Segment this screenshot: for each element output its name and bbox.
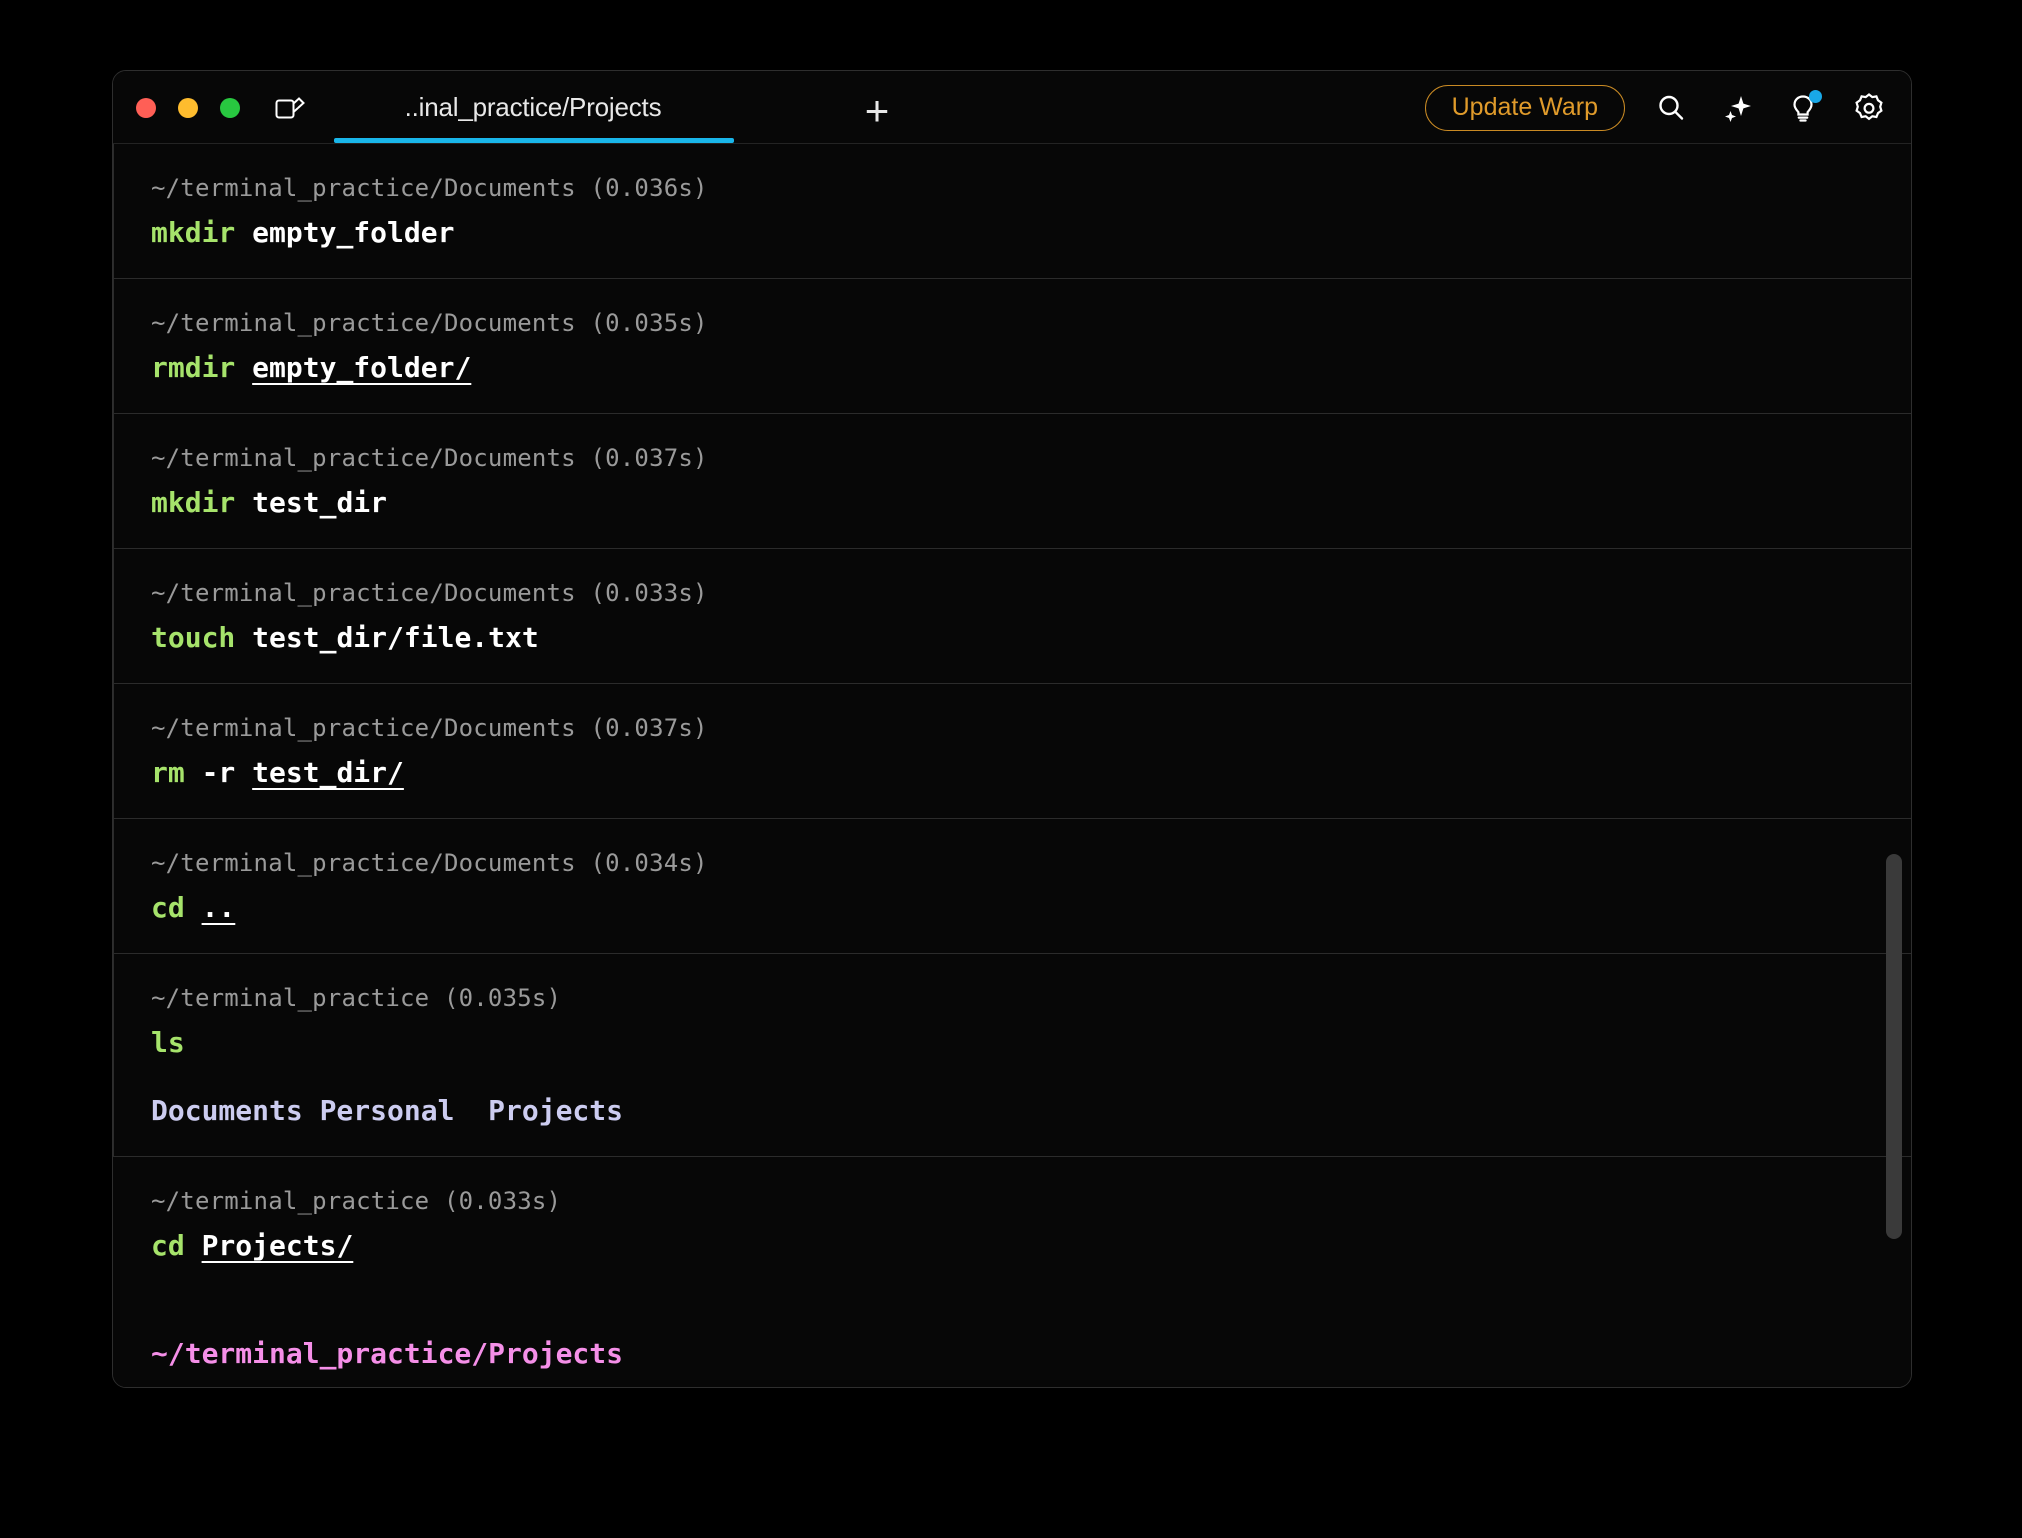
maximize-button[interactable]	[220, 98, 240, 118]
command-block[interactable]: ~/terminal_practice (0.035s) ls Documents …	[113, 954, 1911, 1157]
command-line: mkdir empty_folder	[151, 212, 1911, 254]
command-name: touch	[151, 621, 235, 654]
notification-badge	[1809, 90, 1822, 103]
block-meta: ~/terminal_practice/Documents (0.033s)	[151, 575, 1911, 611]
block-meta: ~/terminal_practice (0.033s)	[151, 1183, 1911, 1219]
command-path-argument[interactable]: ..	[202, 891, 236, 924]
command-argument: -r	[185, 756, 252, 789]
command-name: mkdir	[151, 486, 235, 519]
command-path-argument[interactable]: test_dir/	[252, 756, 404, 789]
minimize-button[interactable]	[178, 98, 198, 118]
block-meta: ~/terminal_practice/Documents (0.034s)	[151, 845, 1911, 881]
command-block[interactable]: ~/terminal_practice/Documents (0.037s) rm…	[113, 684, 1911, 819]
block-meta: ~/terminal_practice/Documents (0.036s)	[151, 170, 1911, 206]
command-block[interactable]: ~/terminal_practice (0.033s) cd Projects/	[113, 1157, 1911, 1291]
command-block[interactable]: ~/terminal_practice/Documents (0.034s) cd…	[113, 819, 1911, 954]
command-block[interactable]: ~/terminal_practice/Documents (0.033s) to…	[113, 549, 1911, 684]
command-block[interactable]: ~/terminal_practice/Documents (0.035s) rm…	[113, 279, 1911, 414]
terminal-body[interactable]: ~/terminal_practice/Documents (0.036s) mk…	[113, 144, 1911, 1388]
command-name: cd	[151, 1229, 185, 1262]
command-name: rmdir	[151, 351, 235, 384]
sparkle-ai-icon[interactable]	[1717, 88, 1757, 128]
command-block-list: ~/terminal_practice/Documents (0.036s) mk…	[113, 144, 1911, 1291]
command-name: cd	[151, 891, 185, 924]
block-meta: ~/terminal_practice (0.035s)	[151, 980, 1911, 1016]
tab-label: ..inal_practice/Projects	[405, 92, 662, 123]
tab-active-indicator	[334, 138, 734, 143]
command-argument	[185, 891, 202, 924]
scrollbar-thumb[interactable]	[1886, 854, 1902, 1239]
command-argument: empty_folder	[235, 216, 454, 249]
command-name: ls	[151, 1026, 185, 1059]
command-output: Documents Personal Projects	[151, 1090, 1911, 1132]
command-argument: test_dir	[235, 486, 387, 519]
command-line: cd Projects/	[151, 1225, 1911, 1267]
command-line: rm -r test_dir/	[151, 752, 1911, 794]
gear-icon[interactable]	[1849, 88, 1889, 128]
search-icon[interactable]	[1651, 88, 1691, 128]
command-name: rm	[151, 756, 185, 789]
command-line: cd ..	[151, 887, 1911, 929]
block-meta: ~/terminal_practice/Documents (0.037s)	[151, 710, 1911, 746]
command-path-argument[interactable]: empty_folder/	[252, 351, 471, 384]
command-argument: test_dir/file.txt	[235, 621, 538, 654]
terminal-window: ..inal_practice/Projects + Update Warp	[112, 70, 1912, 1388]
command-line: mkdir test_dir	[151, 482, 1911, 524]
command-argument	[235, 351, 252, 384]
current-prompt: ~/terminal_practice/Projects	[151, 1337, 1911, 1370]
command-name: mkdir	[151, 216, 235, 249]
block-meta: ~/terminal_practice/Documents (0.037s)	[151, 440, 1911, 476]
lightbulb-icon[interactable]	[1783, 88, 1823, 128]
new-tab-button[interactable]: +	[857, 91, 897, 131]
command-path-argument[interactable]: Projects/	[202, 1229, 354, 1262]
block-meta: ~/terminal_practice/Documents (0.035s)	[151, 305, 1911, 341]
sidebar-toggle-icon[interactable]	[275, 95, 305, 123]
command-line: touch test_dir/file.txt	[151, 617, 1911, 659]
title-bar: ..inal_practice/Projects + Update Warp	[113, 71, 1911, 144]
command-block[interactable]: ~/terminal_practice/Documents (0.037s) mk…	[113, 414, 1911, 549]
update-warp-button[interactable]: Update Warp	[1425, 85, 1625, 131]
titlebar-actions: Update Warp	[1425, 71, 1889, 144]
app-root: ..inal_practice/Projects + Update Warp	[0, 0, 2022, 1538]
command-block[interactable]: ~/terminal_practice/Documents (0.036s) mk…	[113, 144, 1911, 279]
current-prompt-block: ~/terminal_practice/Projects	[113, 1291, 1911, 1388]
command-line: rmdir empty_folder/	[151, 347, 1911, 389]
close-button[interactable]	[136, 98, 156, 118]
window-controls	[136, 98, 240, 118]
command-line: ls	[151, 1022, 1911, 1064]
tab-active[interactable]: ..inal_practice/Projects	[333, 71, 733, 144]
command-argument	[185, 1229, 202, 1262]
